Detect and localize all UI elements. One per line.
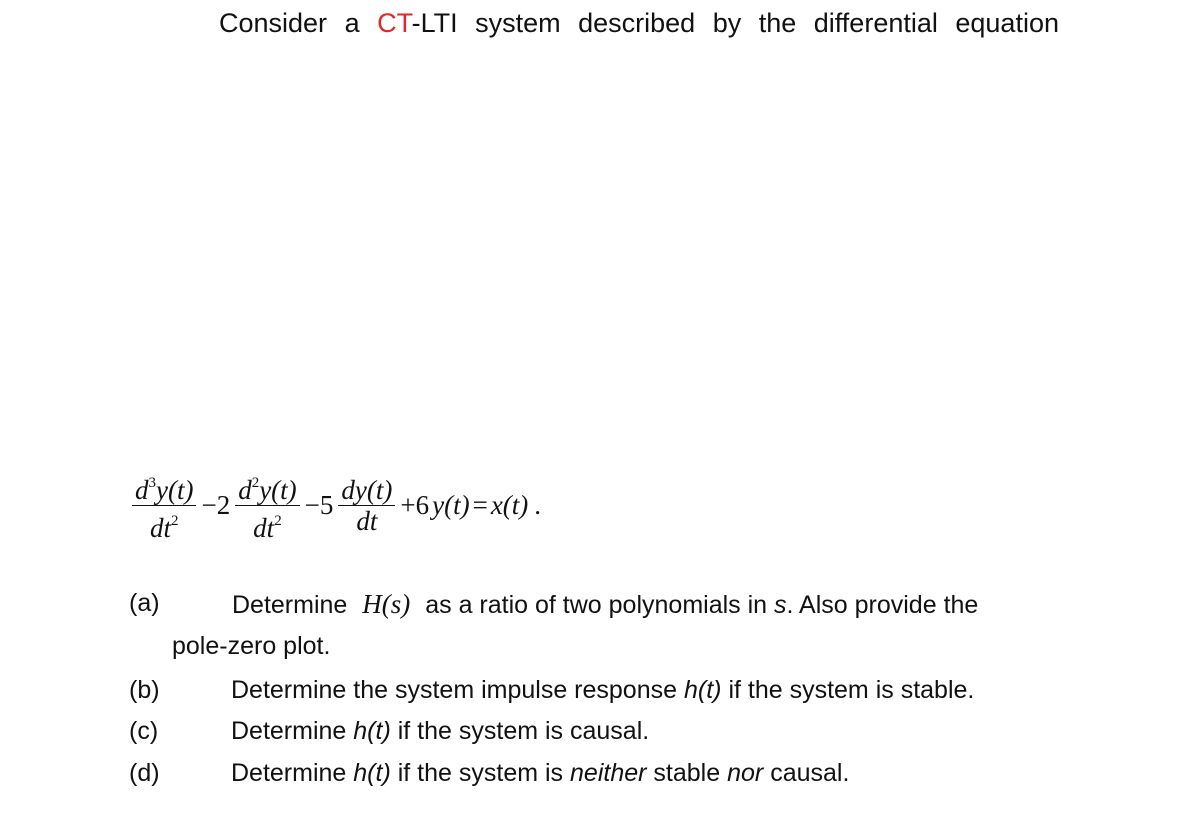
input-term: x(t) bbox=[490, 489, 529, 520]
third-derivative-term: d3y(t) dt2 bbox=[132, 468, 197, 543]
operator: −2 bbox=[201, 489, 231, 520]
intro-ct-lti: CT-LTI bbox=[377, 8, 458, 39]
intro-word: a bbox=[344, 8, 360, 38]
ct-highlight: CT bbox=[377, 8, 412, 38]
part-d-text: Determine h(t) if the system is neither … bbox=[231, 759, 850, 787]
transfer-function-symbol: H(s) bbox=[362, 589, 411, 619]
part-a-text: Determine H(s) as a ratio of two polynom… bbox=[232, 589, 979, 619]
differential-equation: d3y(t) dt2 −2 d2y(t) dt2 −5 dy(t) dt +6 … bbox=[130, 468, 542, 543]
intro-word: described bbox=[578, 8, 696, 38]
intro-word: equation bbox=[955, 8, 1059, 38]
intro-word: differential bbox=[813, 8, 938, 38]
part-a-continuation: pole-zero plot. bbox=[172, 632, 331, 660]
lti-text: -LTI bbox=[411, 8, 458, 38]
equals-sign: = bbox=[472, 489, 488, 520]
part-b-label: (b) bbox=[129, 676, 160, 704]
part-b-text: Determine the system impulse response h(… bbox=[231, 676, 975, 704]
first-derivative-term: dy(t) dt bbox=[338, 475, 396, 536]
part-c-label: (c) bbox=[129, 717, 159, 745]
intro-word: system bbox=[475, 8, 561, 38]
intro-word: the bbox=[758, 8, 797, 38]
operator: +6 bbox=[400, 489, 430, 520]
part-d-label: (d) bbox=[129, 759, 160, 787]
operator: −5 bbox=[304, 489, 334, 520]
part-c-text: Determine h(t) if the system is causal. bbox=[231, 717, 650, 745]
part-a-label: (a) bbox=[129, 589, 160, 617]
second-derivative-term: d2y(t) dt2 bbox=[235, 468, 300, 543]
y-term: y(t) bbox=[432, 489, 470, 520]
intro-word: Consider bbox=[219, 8, 328, 38]
period: . bbox=[534, 489, 542, 520]
intro-word: by bbox=[712, 8, 742, 38]
intro-sentence: Consider a CT-LTI system described by th… bbox=[219, 8, 1059, 39]
